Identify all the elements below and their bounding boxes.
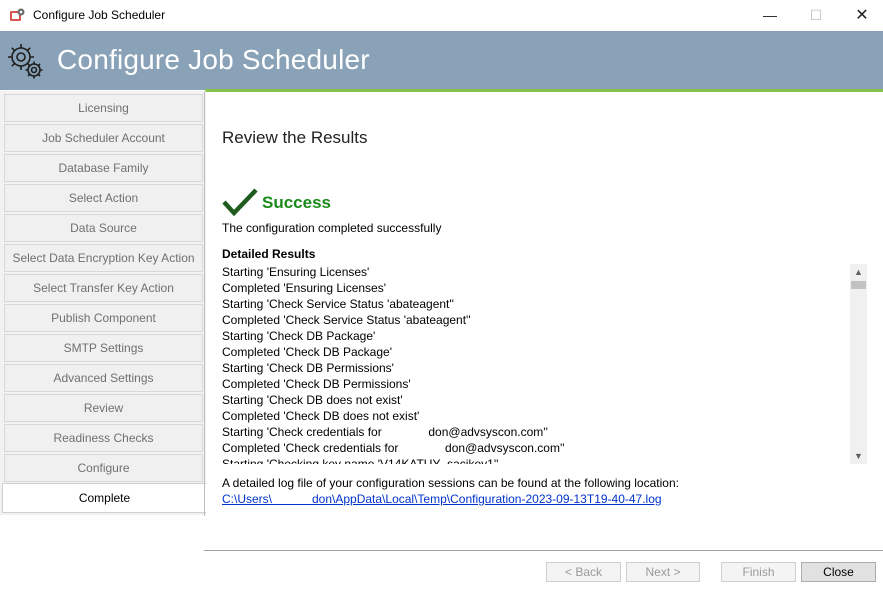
details-title: Detailed Results bbox=[222, 247, 316, 261]
list-item: Completed 'Ensuring Licenses' bbox=[222, 281, 387, 295]
status-message: The configuration completed successfully bbox=[222, 221, 442, 235]
sidebar-item-publish-component[interactable]: Publish Component bbox=[4, 304, 203, 332]
title-bar: Configure Job Scheduler — ☐ ✕ bbox=[0, 0, 883, 31]
log-file-link[interactable]: C:\Users\ don\AppData\Local\Temp\Configu… bbox=[222, 492, 662, 506]
sidebar-item-select-data-encryption-key-action[interactable]: Select Data Encryption Key Action bbox=[4, 244, 203, 272]
list-item: Completed 'Check DB does not exist' bbox=[222, 409, 420, 423]
list-item: Starting 'Checking key name 'V14KATUY_sa… bbox=[222, 457, 499, 464]
checkmark-icon bbox=[222, 188, 258, 217]
list-item: Completed 'Check DB Permissions' bbox=[222, 377, 411, 391]
list-item: Starting 'Check DB does not exist' bbox=[222, 393, 403, 407]
app-icon bbox=[10, 8, 25, 21]
content-divider bbox=[204, 91, 205, 516]
wizard-steps-sidebar: Licensing Job Scheduler Account Database… bbox=[0, 91, 206, 515]
list-item: Completed 'Check DB Package' bbox=[222, 345, 392, 359]
close-window-button[interactable]: ✕ bbox=[839, 0, 883, 31]
page-title: Review the Results bbox=[222, 128, 368, 147]
sidebar-item-readiness-checks[interactable]: Readiness Checks bbox=[4, 424, 203, 452]
gears-icon bbox=[8, 44, 43, 79]
results-scrollbar[interactable]: ▲ ▼ bbox=[850, 264, 867, 464]
list-item: Starting 'Ensuring Licenses' bbox=[222, 265, 370, 279]
sidebar-item-complete[interactable]: Complete bbox=[2, 483, 206, 513]
sidebar-item-select-transfer-key-action[interactable]: Select Transfer Key Action bbox=[4, 274, 203, 302]
sidebar-item-review[interactable]: Review bbox=[4, 394, 203, 422]
log-note: A detailed log file of your configuratio… bbox=[222, 476, 679, 490]
sidebar-item-licensing[interactable]: Licensing bbox=[4, 94, 203, 122]
sidebar-item-database-family[interactable]: Database Family bbox=[4, 154, 203, 182]
sidebar-item-job-scheduler-account[interactable]: Job Scheduler Account bbox=[4, 124, 203, 152]
scroll-up-icon[interactable]: ▲ bbox=[850, 264, 867, 280]
status-heading: Success bbox=[262, 193, 331, 212]
list-item: Starting 'Check DB Package' bbox=[222, 329, 376, 343]
footer-divider bbox=[204, 550, 883, 551]
minimize-button[interactable]: — bbox=[747, 0, 793, 31]
list-item: Completed 'Check credentials for don@adv… bbox=[222, 441, 565, 455]
finish-button[interactable]: Finish bbox=[721, 562, 796, 582]
list-item: Starting 'Check Service Status 'abateage… bbox=[222, 297, 454, 311]
next-button[interactable]: Next > bbox=[626, 562, 700, 582]
results-list: Starting 'Ensuring Licenses' Completed '… bbox=[222, 264, 848, 464]
sidebar-item-smtp-settings[interactable]: SMTP Settings bbox=[4, 334, 203, 362]
sidebar-item-configure[interactable]: Configure bbox=[4, 454, 203, 482]
window-title: Configure Job Scheduler bbox=[33, 8, 166, 22]
sidebar-item-data-source[interactable]: Data Source bbox=[4, 214, 203, 242]
maximize-button[interactable]: ☐ bbox=[793, 0, 839, 31]
close-button[interactable]: Close bbox=[801, 562, 876, 582]
sidebar-item-select-action[interactable]: Select Action bbox=[4, 184, 203, 212]
scrollbar-thumb[interactable] bbox=[851, 281, 866, 289]
list-item: Completed 'Check Service Status 'abateag… bbox=[222, 313, 471, 327]
list-item: Starting 'Check credentials for don@advs… bbox=[222, 425, 548, 439]
accent-line bbox=[205, 89, 883, 92]
scroll-down-icon[interactable]: ▼ bbox=[850, 448, 867, 464]
header-banner: Configure Job Scheduler bbox=[0, 31, 883, 90]
sidebar-item-advanced-settings[interactable]: Advanced Settings bbox=[4, 364, 203, 392]
back-button[interactable]: < Back bbox=[546, 562, 621, 582]
banner-title: Configure Job Scheduler bbox=[57, 44, 370, 75]
list-item: Starting 'Check DB Permissions' bbox=[222, 361, 394, 375]
